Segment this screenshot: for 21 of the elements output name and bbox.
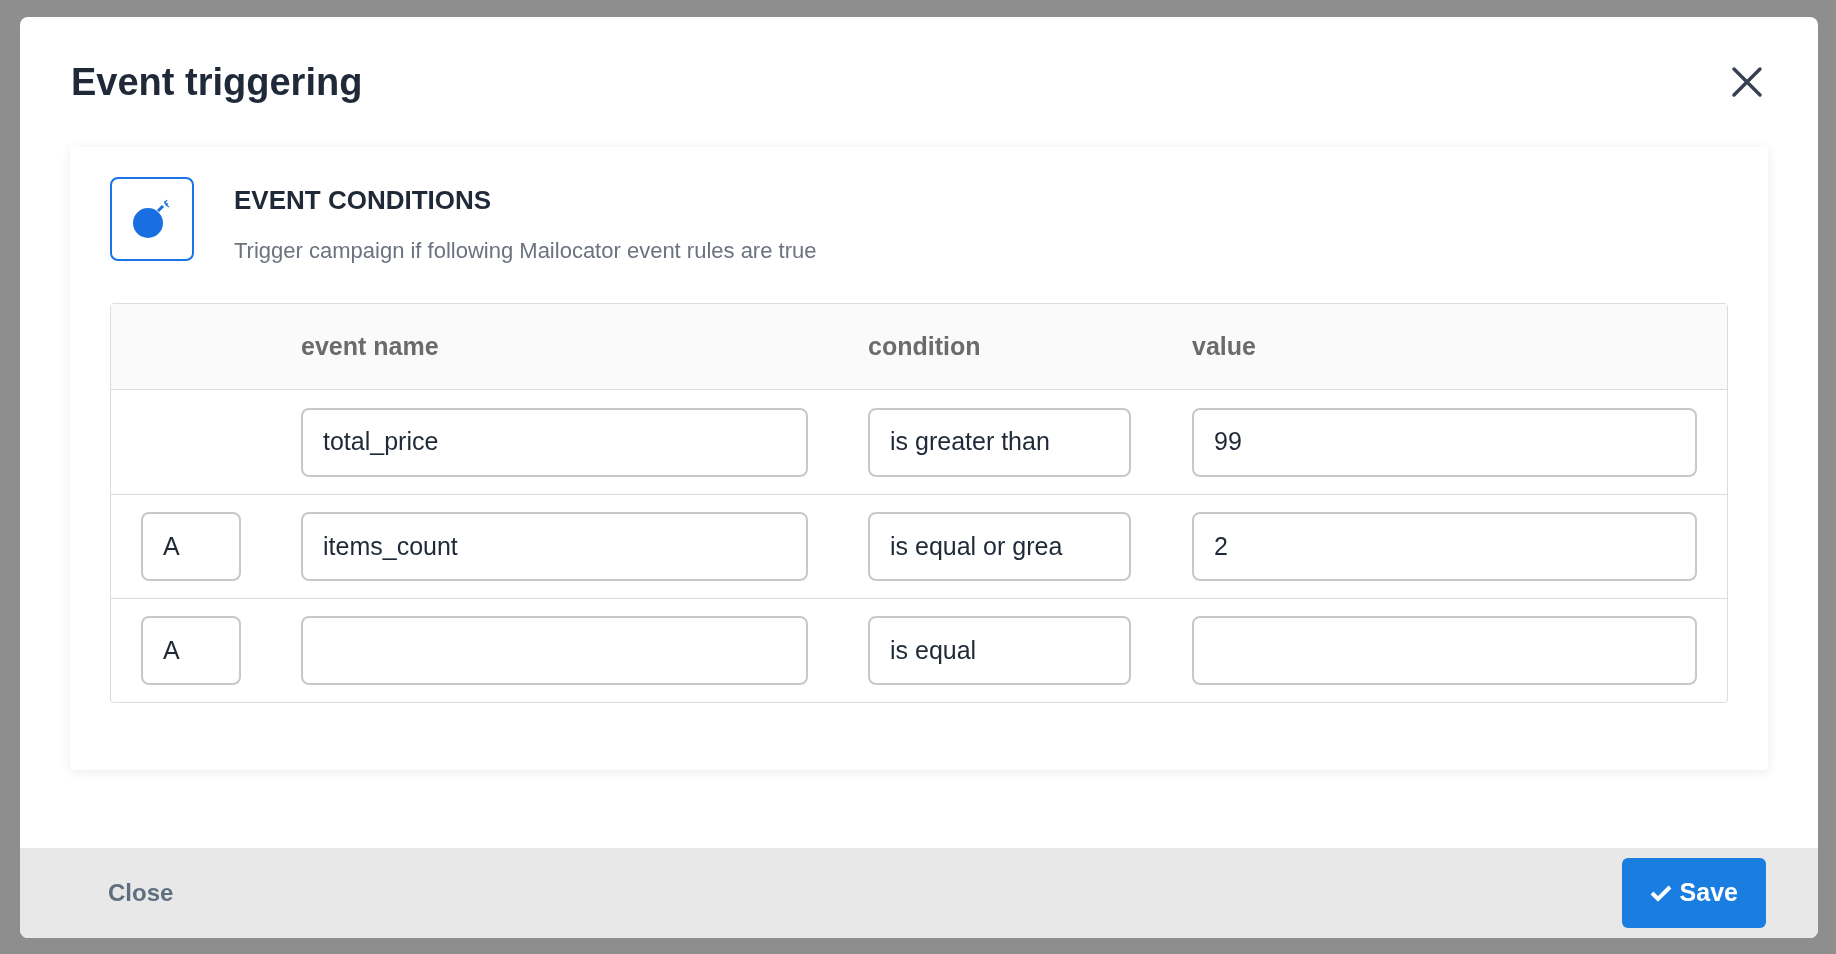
check-icon [1649, 884, 1672, 902]
condition-select[interactable]: is equal [868, 616, 1131, 685]
section-description: Trigger campaign if following Mailocator event rules are true [234, 237, 817, 265]
column-header: value [1192, 330, 1256, 362]
bomb-icon [110, 177, 194, 261]
dialog-title: Event triggering [71, 59, 363, 105]
value-field[interactable]: 2 [1192, 512, 1697, 581]
condition-select[interactable]: is greater than [868, 407, 1131, 477]
condition-select[interactable]: is equal or grea [868, 512, 1131, 581]
operator-field[interactable]: A [141, 512, 241, 581]
event-name-field[interactable]: items_count [301, 512, 808, 581]
column-header: event name [301, 330, 440, 362]
section-title: EVENT CONDITIONS [234, 184, 493, 217]
event-name-field[interactable] [301, 616, 808, 685]
operator-field[interactable]: A [141, 616, 241, 685]
save-button[interactable]: Save [1621, 858, 1766, 928]
value-field[interactable]: 99 [1192, 407, 1697, 477]
value-field[interactable] [1192, 616, 1697, 685]
close-button[interactable]: Close [108, 875, 174, 911]
event-name-field[interactable]: total_price [301, 407, 808, 477]
column-header: condition [868, 330, 982, 362]
